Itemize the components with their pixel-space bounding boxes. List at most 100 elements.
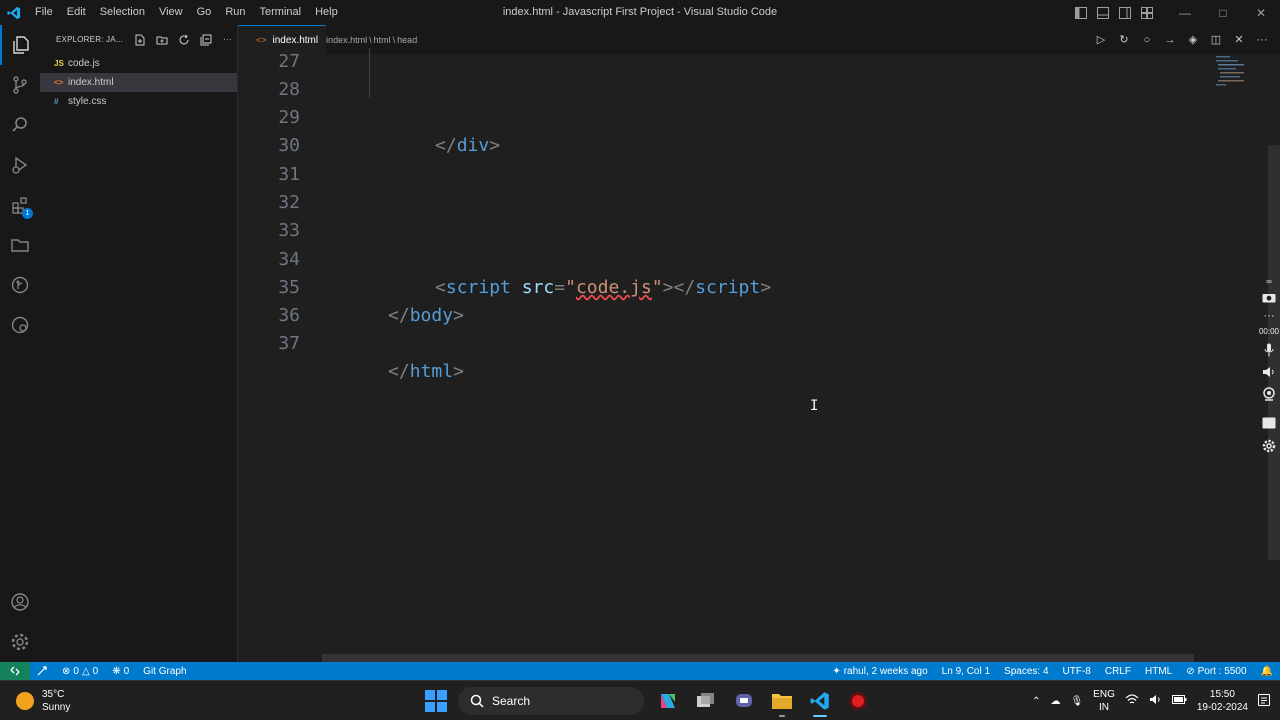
open-changes-icon[interactable]: ↻ bbox=[1116, 32, 1132, 48]
settings-gear-icon[interactable] bbox=[0, 622, 40, 662]
end-of-line[interactable]: CRLF bbox=[1098, 666, 1138, 677]
explorer-icon[interactable] bbox=[0, 25, 40, 65]
live-share-icon[interactable] bbox=[30, 665, 55, 677]
teams-chat-icon[interactable] bbox=[730, 687, 758, 715]
menu-file[interactable]: File bbox=[28, 0, 60, 25]
toggle-secondary-sidebar-icon[interactable] bbox=[1114, 0, 1136, 25]
menu-edit[interactable]: Edit bbox=[60, 0, 93, 25]
collapse-all-icon[interactable] bbox=[197, 31, 214, 48]
code-editor[interactable]: 27 28 29 </div> 30 31 32 33 34 <script s… bbox=[238, 48, 1210, 662]
tray-microphone-icon[interactable]: 🎙 bbox=[1070, 696, 1083, 707]
file-item-index-html[interactable]: <> index.html bbox=[40, 73, 237, 92]
menu-terminal[interactable]: Terminal bbox=[253, 0, 309, 25]
file-item-code-js[interactable]: JS code.js bbox=[40, 54, 237, 73]
ports-indicator[interactable]: ❋ 0 bbox=[105, 666, 136, 677]
window-capture-icon[interactable] bbox=[1258, 415, 1280, 431]
line-number: 36 bbox=[278, 305, 300, 326]
pin-icon[interactable]: ∞ bbox=[1258, 275, 1280, 287]
new-folder-icon[interactable] bbox=[153, 31, 170, 48]
maximize-icon[interactable]: □ bbox=[1204, 0, 1242, 25]
close-window-icon[interactable]: ✕ bbox=[1242, 0, 1280, 25]
copilot-icon[interactable] bbox=[654, 687, 682, 715]
notification-center-icon[interactable] bbox=[1258, 693, 1270, 709]
vscode-taskbar-icon[interactable] bbox=[806, 687, 834, 717]
git-graph-icon[interactable] bbox=[0, 265, 40, 305]
cursor-position[interactable]: Ln 9, Col 1 bbox=[935, 666, 997, 677]
error-count: 0 bbox=[73, 665, 79, 677]
source-control-icon[interactable] bbox=[0, 65, 40, 105]
problems-indicator[interactable]: ⊗ 0 △ 0 bbox=[55, 666, 105, 677]
breadcrumb-item[interactable]: head bbox=[397, 35, 417, 45]
menu-selection[interactable]: Selection bbox=[93, 0, 152, 25]
menu-go[interactable]: Go bbox=[190, 0, 219, 25]
recorder-settings-gear-icon[interactable] bbox=[1258, 437, 1280, 455]
battery-icon[interactable] bbox=[1171, 695, 1187, 707]
volume-icon[interactable] bbox=[1149, 694, 1162, 708]
status-bar: ⊗ 0 △ 0 ❋ 0 Git Graph ✦ rahul, 2 weeks a… bbox=[0, 662, 1280, 680]
chevron-right-icon: \ bbox=[392, 34, 396, 45]
account-icon[interactable] bbox=[0, 582, 40, 622]
folder-icon[interactable] bbox=[0, 225, 40, 265]
screen-recorder-icon[interactable] bbox=[844, 687, 872, 715]
split-editor-icon[interactable]: ◫ bbox=[1208, 32, 1224, 48]
horizontal-scrollbar[interactable] bbox=[322, 654, 1194, 662]
new-file-icon[interactable] bbox=[131, 31, 148, 48]
more-options-icon[interactable]: ··· bbox=[1258, 310, 1280, 322]
menu-help[interactable]: Help bbox=[308, 0, 345, 25]
file-item-style-css[interactable]: # style.css bbox=[40, 92, 237, 111]
port-label: Port : 5500 bbox=[1197, 665, 1247, 677]
weather-condition: Sunny bbox=[42, 702, 71, 713]
onedrive-icon[interactable]: ☁ bbox=[1050, 696, 1060, 707]
more-actions-icon[interactable]: ··· bbox=[1254, 32, 1270, 48]
menu-view[interactable]: View bbox=[152, 0, 190, 25]
task-view-icon[interactable] bbox=[692, 687, 720, 715]
more-actions-icon[interactable]: ··· bbox=[219, 31, 236, 48]
file-explorer-icon[interactable] bbox=[768, 687, 796, 717]
code-line: 27 bbox=[238, 48, 1210, 76]
temperature: 35°C bbox=[42, 689, 65, 700]
code-line: 33 bbox=[238, 217, 1210, 245]
indentation[interactable]: Spaces: 4 bbox=[997, 666, 1055, 677]
language-mode[interactable]: HTML bbox=[1138, 666, 1179, 677]
live-server-port[interactable]: ⊘ Port : 5500 bbox=[1179, 666, 1253, 677]
git-compare-icon[interactable]: ◈ bbox=[1185, 32, 1201, 48]
weather-widget[interactable]: 35°C Sunny bbox=[16, 688, 70, 714]
html-file-icon: <> bbox=[256, 35, 267, 45]
toggle-panel-icon[interactable] bbox=[1092, 0, 1114, 25]
input-language[interactable]: ENG IN bbox=[1093, 688, 1115, 714]
breadcrumb-item[interactable]: index.html bbox=[326, 35, 367, 45]
menu-run[interactable]: Run bbox=[218, 0, 252, 25]
microphone-icon[interactable] bbox=[1258, 341, 1280, 359]
remote-explorer-icon[interactable] bbox=[0, 305, 40, 345]
refresh-icon[interactable] bbox=[175, 31, 192, 48]
go-forward-icon[interactable]: → bbox=[1162, 32, 1178, 48]
file-name: style.css bbox=[68, 96, 107, 107]
toggle-primary-sidebar-icon[interactable] bbox=[1070, 0, 1092, 25]
search-icon[interactable] bbox=[0, 105, 40, 145]
git-commit-icon: ✦ bbox=[832, 665, 841, 677]
line-number: 30 bbox=[278, 135, 300, 156]
minimize-icon[interactable]: — bbox=[1166, 0, 1204, 25]
customize-layout-icon[interactable] bbox=[1136, 0, 1158, 25]
chevron-up-icon[interactable]: ⌃ bbox=[1032, 696, 1040, 707]
go-live-icon[interactable]: ○ bbox=[1139, 32, 1155, 48]
speaker-icon[interactable] bbox=[1258, 363, 1280, 381]
encoding[interactable]: UTF-8 bbox=[1056, 666, 1098, 677]
camera-icon[interactable] bbox=[1258, 289, 1280, 305]
wifi-icon[interactable] bbox=[1125, 694, 1139, 708]
git-blame-indicator[interactable]: ✦ rahul, 2 weeks ago bbox=[825, 666, 934, 677]
git-graph-button[interactable]: Git Graph bbox=[136, 666, 193, 677]
notifications-bell-icon[interactable]: 🔔 bbox=[1254, 666, 1280, 677]
breadcrumb-item[interactable]: html bbox=[374, 35, 391, 45]
windows-start-icon[interactable] bbox=[424, 689, 448, 713]
close-editor-icon[interactable]: ✕ bbox=[1231, 32, 1247, 48]
webcam-icon[interactable] bbox=[1258, 385, 1280, 403]
run-debug-icon[interactable] bbox=[0, 145, 40, 185]
clock[interactable]: 15:50 19-02-2024 bbox=[1197, 688, 1248, 714]
run-icon[interactable]: ▷ bbox=[1093, 32, 1109, 48]
line-number: 35 bbox=[278, 277, 300, 298]
remote-indicator-icon[interactable] bbox=[0, 662, 30, 680]
error-icon: ⊗ bbox=[62, 665, 71, 677]
taskbar-search-box[interactable]: Search bbox=[458, 687, 644, 715]
extensions-icon[interactable]: 1 bbox=[0, 185, 40, 225]
